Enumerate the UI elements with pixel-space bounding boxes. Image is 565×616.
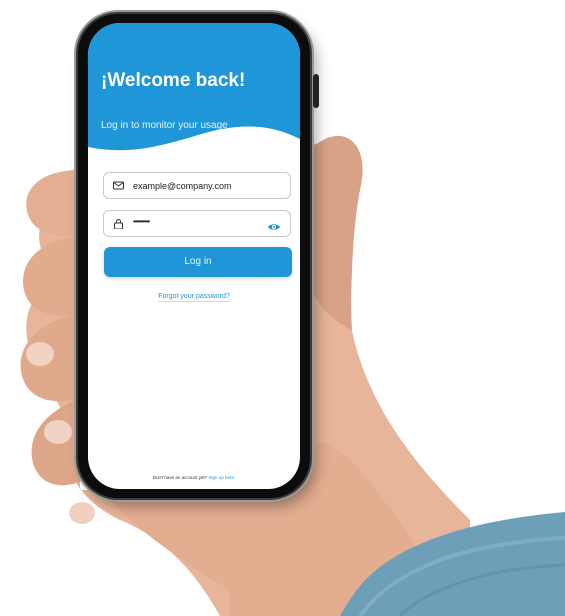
sleeve-illustration [340, 512, 565, 616]
